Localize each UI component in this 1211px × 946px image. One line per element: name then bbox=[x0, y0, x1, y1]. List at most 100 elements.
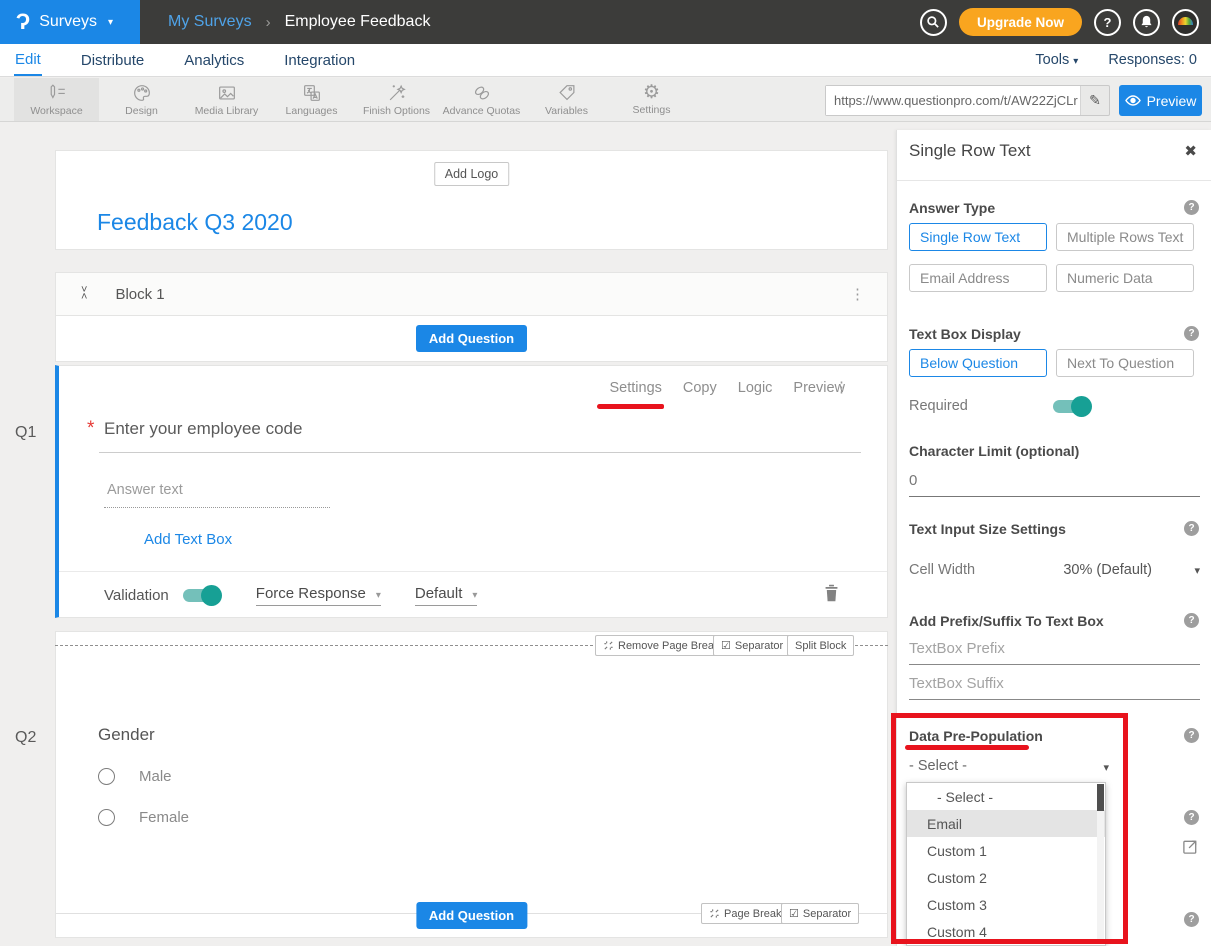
validation-default-select[interactable]: Default▾ bbox=[415, 585, 478, 606]
add-question-button-top[interactable]: Add Question bbox=[416, 325, 527, 352]
toolbar-settings[interactable]: ⚙ Settings bbox=[609, 78, 694, 121]
q1-tab-settings[interactable]: Settings bbox=[609, 380, 661, 396]
textbox-suffix-input[interactable]: TextBox Suffix bbox=[909, 675, 1200, 700]
hidden-section-help-icon-2[interactable]: ? bbox=[1184, 912, 1199, 927]
block-menu-icon[interactable]: ⋮ bbox=[850, 285, 865, 303]
breadcrumb-my-surveys[interactable]: My Surveys bbox=[168, 13, 252, 31]
image-icon bbox=[216, 82, 238, 104]
add-question-button-bottom[interactable]: Add Question bbox=[416, 902, 527, 929]
hidden-section-help-icon[interactable]: ? bbox=[1184, 810, 1199, 825]
collapse-block-icon[interactable]: ˅ ˄ bbox=[81, 287, 87, 301]
chevron-down-icon: ▾ bbox=[472, 590, 477, 601]
close-panel-icon[interactable]: ✖ bbox=[1184, 142, 1197, 160]
textbox-prefix-input[interactable]: TextBox Prefix bbox=[909, 640, 1200, 665]
q1-menu-icon[interactable]: ⋮ bbox=[834, 378, 849, 396]
tab-edit[interactable]: Edit bbox=[14, 44, 42, 76]
dropdown-option-custom2[interactable]: Custom 2 bbox=[907, 864, 1105, 891]
answer-type-help-icon[interactable]: ? bbox=[1184, 200, 1199, 215]
upgrade-now-button[interactable]: Upgrade Now bbox=[959, 8, 1082, 36]
block-name[interactable]: Block 1 bbox=[115, 286, 164, 303]
toolbar-variables[interactable]: Variables bbox=[524, 78, 609, 121]
survey-url-input[interactable]: https://www.questionpro.com/t/AW22ZjCLr bbox=[826, 86, 1081, 115]
toolbar-media-library[interactable]: Media Library bbox=[184, 78, 269, 121]
force-response-select[interactable]: Force Response▾ bbox=[256, 585, 381, 606]
separator-button-bottom[interactable]: ☑ Separator bbox=[781, 903, 859, 924]
dropdown-scrollbar[interactable] bbox=[1097, 784, 1104, 944]
data-prepopulation-help-icon[interactable]: ? bbox=[1184, 728, 1199, 743]
delete-question-button[interactable] bbox=[824, 584, 839, 607]
cell-width-select[interactable]: Cell Width 30% (Default) ▾ bbox=[909, 562, 1200, 578]
survey-url-group: https://www.questionpro.com/t/AW22ZjCLr … bbox=[825, 85, 1110, 116]
radio-option-female[interactable]: Female bbox=[98, 809, 189, 826]
text-box-display-help-icon[interactable]: ? bbox=[1184, 326, 1199, 341]
q1-tab-copy[interactable]: Copy bbox=[683, 380, 717, 396]
dropdown-option-email[interactable]: Email bbox=[907, 810, 1105, 837]
question2-card[interactable]: Remove Page Break ☑ Separator Split Bloc… bbox=[55, 631, 888, 938]
edit-url-icon[interactable]: ✎ bbox=[1081, 92, 1109, 109]
q1-gutter-label: Q1 bbox=[15, 424, 36, 442]
radio-option-male[interactable]: Male bbox=[98, 768, 172, 785]
product-switcher[interactable]: Ɂ Surveys ▾ bbox=[0, 0, 140, 44]
breadcrumb-current-survey: Employee Feedback bbox=[285, 13, 431, 31]
toolbar-languages[interactable]: Languages bbox=[269, 78, 354, 121]
breadcrumb-separator-icon: › bbox=[266, 14, 271, 31]
character-limit-input[interactable]: 0 bbox=[909, 472, 1200, 497]
block-bottom-line: Add Question Page Break ☑ Separator bbox=[56, 913, 887, 914]
add-logo-button[interactable]: Add Logo bbox=[434, 162, 510, 186]
radio-icon[interactable] bbox=[98, 768, 115, 785]
remove-page-break-button[interactable]: Remove Page Break bbox=[595, 635, 728, 656]
toolbar-advance-quotas[interactable]: Advance Quotas bbox=[439, 78, 524, 121]
dropdown-option-custom1[interactable]: Custom 1 bbox=[907, 837, 1105, 864]
bell-icon bbox=[1140, 15, 1153, 29]
option-next-to-question[interactable]: Next To Question bbox=[1056, 349, 1194, 377]
toolbar-workspace[interactable]: Workspace bbox=[14, 78, 99, 121]
page-break-line: Remove Page Break ☑ Separator Split Bloc… bbox=[55, 645, 888, 646]
preview-button[interactable]: Preview bbox=[1119, 85, 1202, 116]
chain-links-icon bbox=[471, 82, 493, 104]
notifications-button[interactable] bbox=[1133, 9, 1160, 36]
text-input-size-help-icon[interactable]: ? bbox=[1184, 521, 1199, 536]
toolbar-design[interactable]: Design bbox=[99, 78, 184, 121]
prefix-suffix-help-icon[interactable]: ? bbox=[1184, 613, 1199, 628]
option-email-address[interactable]: Email Address bbox=[909, 264, 1047, 292]
validation-toggle[interactable] bbox=[183, 589, 220, 602]
chevron-down-icon: ▾ bbox=[1194, 564, 1200, 577]
option-multiple-rows-text[interactable]: Multiple Rows Text bbox=[1056, 223, 1194, 251]
q1-tab-logic[interactable]: Logic bbox=[738, 380, 773, 396]
responses-count[interactable]: Responses: 0 bbox=[1108, 52, 1197, 68]
dropdown-option-select[interactable]: - Select - bbox=[907, 783, 1105, 810]
question1-card[interactable]: Settings Copy Logic Preview ⋮ * Enter yo… bbox=[55, 365, 888, 618]
tab-distribute[interactable]: Distribute bbox=[80, 45, 145, 75]
tools-menu[interactable]: Tools ▾ bbox=[1035, 52, 1078, 68]
question1-text[interactable]: Enter your employee code bbox=[104, 419, 302, 439]
tab-integration[interactable]: Integration bbox=[283, 45, 356, 75]
survey-title[interactable]: Feedback Q3 2020 bbox=[97, 209, 293, 236]
option-single-row-text[interactable]: Single Row Text bbox=[909, 223, 1047, 251]
dropdown-option-custom3[interactable]: Custom 3 bbox=[907, 891, 1105, 918]
add-text-box-link[interactable]: Add Text Box bbox=[144, 531, 232, 548]
separator-button-top[interactable]: ☑ Separator bbox=[713, 635, 791, 656]
dropdown-scrollbar-thumb[interactable] bbox=[1097, 784, 1104, 811]
data-prepopulation-select[interactable]: - Select - ▾ bbox=[909, 758, 1109, 774]
broken-link-icon bbox=[709, 908, 720, 919]
split-block-button[interactable]: Split Block bbox=[787, 635, 854, 656]
option-numeric-data[interactable]: Numeric Data bbox=[1056, 264, 1194, 292]
tab-analytics[interactable]: Analytics bbox=[183, 45, 245, 75]
page-break-button[interactable]: Page Break bbox=[701, 903, 789, 924]
question2-text[interactable]: Gender bbox=[98, 725, 155, 745]
answer-text-placeholder[interactable]: Answer text bbox=[107, 482, 183, 498]
prefix-suffix-label: Add Prefix/Suffix To Text Box bbox=[909, 613, 1104, 629]
dropdown-option-custom4[interactable]: Custom 4 bbox=[907, 918, 1105, 945]
search-button[interactable] bbox=[920, 9, 947, 36]
validation-label: Validation bbox=[104, 587, 169, 604]
external-link-icon[interactable] bbox=[1182, 838, 1199, 860]
required-toggle[interactable] bbox=[1053, 400, 1090, 413]
chevron-down-icon: ▾ bbox=[376, 590, 381, 601]
help-button[interactable]: ? bbox=[1094, 9, 1121, 36]
radio-icon[interactable] bbox=[98, 809, 115, 826]
toolbar-finish-options[interactable]: Finish Options bbox=[354, 78, 439, 121]
question-mark-icon: ? bbox=[1104, 15, 1112, 30]
user-avatar[interactable] bbox=[1172, 9, 1199, 36]
option-below-question[interactable]: Below Question bbox=[909, 349, 1047, 377]
divider bbox=[897, 180, 1211, 181]
